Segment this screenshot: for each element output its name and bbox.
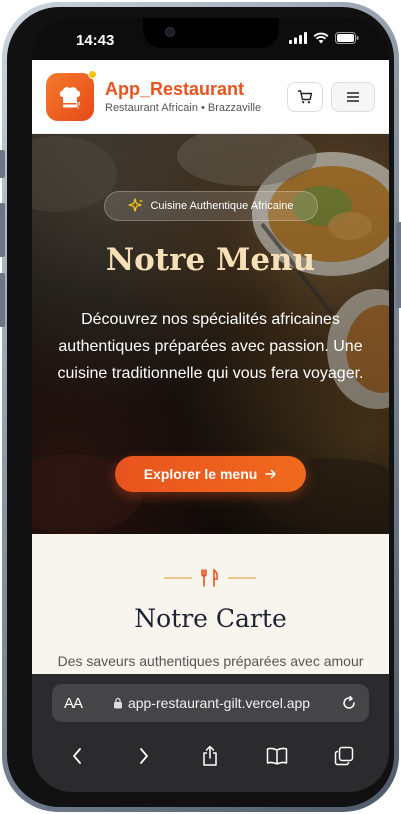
app-logo[interactable] <box>46 69 97 121</box>
status-time: 14:43 <box>76 32 115 49</box>
arrow-right-icon <box>265 469 277 479</box>
url-display[interactable]: app-restaurant-gilt.vercel.app <box>82 695 341 711</box>
chef-hat-icon <box>59 86 81 109</box>
sparkles-icon <box>128 198 144 212</box>
browser-nav <box>32 736 389 776</box>
menu-section: Notre Carte Des saveurs authentiques pré… <box>32 534 389 694</box>
app-subtitle: Restaurant Africain • Brazzaville <box>105 102 262 114</box>
app-name: App_Restaurant <box>105 79 245 99</box>
screen: 14:43 App_Restaurant Restaurant Africain… <box>32 18 389 792</box>
cuisine-badge: Cuisine Authentique Africaine <box>104 191 318 221</box>
menu-button[interactable] <box>331 81 375 112</box>
tabs-icon <box>334 746 353 766</box>
text-size-button[interactable]: AA <box>64 695 83 712</box>
back-button[interactable] <box>62 741 92 771</box>
power-button <box>396 222 401 308</box>
explore-menu-label: Explorer le menu <box>143 466 258 482</box>
app-header: App_Restaurant Restaurant Africain • Bra… <box>32 60 389 134</box>
lock-icon <box>113 697 122 709</box>
browser-toolbar: AA app-restaurant-gilt.vercel.app <box>32 674 389 792</box>
mute-switch <box>0 150 5 178</box>
chevron-left-icon <box>73 748 82 764</box>
badge-label: Cuisine Authentique Africaine <box>150 200 294 212</box>
brand: App_Restaurant Restaurant Africain • Bra… <box>105 79 287 114</box>
hero-description: Découvrez nos spécialités africaines aut… <box>57 311 364 382</box>
url-text: app-restaurant-gilt.vercel.app <box>127 695 311 711</box>
section-title: Notre Carte <box>134 604 287 633</box>
front-camera <box>165 27 175 37</box>
status-icons <box>289 32 359 44</box>
hamburger-icon <box>347 91 359 102</box>
share-icon <box>203 745 218 766</box>
volume-down-button <box>0 273 5 327</box>
forward-button[interactable] <box>129 741 159 771</box>
divider-line-left <box>164 577 192 579</box>
notch <box>143 18 279 48</box>
notification-dot <box>88 69 97 79</box>
signal-icon <box>289 32 307 44</box>
hero-title: Notre Menu <box>105 242 316 278</box>
book-icon <box>266 747 288 765</box>
chevron-right-icon <box>139 748 149 764</box>
battery-icon <box>335 32 359 44</box>
wifi-icon <box>313 32 329 44</box>
utensils-icon <box>201 569 218 587</box>
cart-icon <box>298 89 313 103</box>
volume-up-button <box>0 203 5 257</box>
status-bar: 14:43 <box>32 18 389 60</box>
hero-section: Cuisine Authentique Africaine Notre Menu… <box>32 134 389 534</box>
divider-line-right <box>228 577 256 579</box>
cart-button[interactable] <box>287 81 323 112</box>
tabs-button[interactable] <box>329 741 359 771</box>
section-divider <box>164 568 256 588</box>
explore-menu-button[interactable]: Explorer le menu <box>115 456 306 492</box>
address-bar[interactable]: AA app-restaurant-gilt.vercel.app <box>52 684 369 722</box>
share-button[interactable] <box>195 741 225 771</box>
bookmarks-button[interactable] <box>262 741 292 771</box>
reload-icon[interactable] <box>341 695 357 711</box>
